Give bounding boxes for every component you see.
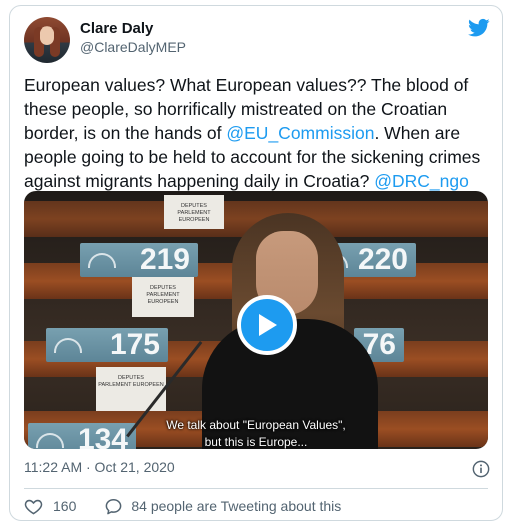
author-name[interactable]: Clare Daly	[80, 20, 153, 37]
placard-line: PARLEMENT EUROPEEN	[177, 210, 211, 223]
play-icon	[259, 314, 277, 336]
mention-eu-commission[interactable]: @EU_Commission	[226, 123, 374, 143]
tweet-timestamp[interactable]: 11:22 AM · Oct 21, 2020	[24, 459, 175, 475]
seat-number-219: 219	[80, 243, 198, 277]
deputes-placard: DEPUTES PARLEMENT EUROPEEN	[96, 367, 166, 411]
seat-number-175: 175	[46, 328, 168, 362]
placard-line: PARLEMENT EUROPEEN	[98, 382, 164, 388]
parliament-emblem-icon	[54, 338, 82, 353]
speech-bubble-icon[interactable]	[104, 497, 123, 516]
info-icon[interactable]	[472, 460, 490, 478]
seat-number-label: 220	[357, 243, 408, 276]
seat-number-label: 175	[109, 328, 160, 361]
mention-drc-ngo[interactable]: @DRC_ngo	[374, 171, 469, 191]
placard-line: DEPUTES	[118, 375, 144, 381]
caption-line-1: We talk about "European Values",	[166, 418, 346, 432]
avatar[interactable]	[24, 17, 70, 63]
twitter-bird-icon[interactable]	[468, 18, 490, 38]
tweet-card[interactable]: Clare Daly @ClareDalyMEP European values…	[9, 5, 503, 521]
avatar-face	[40, 27, 54, 45]
placard-line: PARLEMENT EUROPEEN	[146, 292, 180, 305]
tweeting-about-link[interactable]: 84 people are Tweeting about this	[131, 498, 341, 514]
heart-icon[interactable]	[24, 497, 43, 516]
play-button[interactable]	[237, 295, 297, 355]
deputes-placard: DEPUTES PARLEMENT EUROPEEN	[164, 195, 224, 229]
deputes-placard: DEPUTES PARLEMENT EUROPEEN	[132, 277, 194, 317]
author-handle[interactable]: @ClareDalyMEP	[80, 39, 186, 55]
action-bar: 160 84 people are Tweeting about this	[24, 496, 341, 516]
placard-line: DEPUTES	[150, 285, 176, 291]
parliament-emblem-icon	[88, 253, 116, 268]
divider	[24, 488, 488, 489]
tweet-text: European values? What European values?? …	[24, 73, 494, 193]
video-player[interactable]: 219 220 175 76 134 DEPUTES PARLEMENT EUR…	[24, 191, 488, 449]
placard-line: DEPUTES	[181, 203, 207, 209]
like-count[interactable]: 160	[53, 498, 76, 514]
caption-line-2: but this is Europe...	[204, 435, 308, 449]
seat-number-label: 219	[139, 243, 190, 276]
video-caption: We talk about "European Values", but thi…	[24, 417, 488, 449]
